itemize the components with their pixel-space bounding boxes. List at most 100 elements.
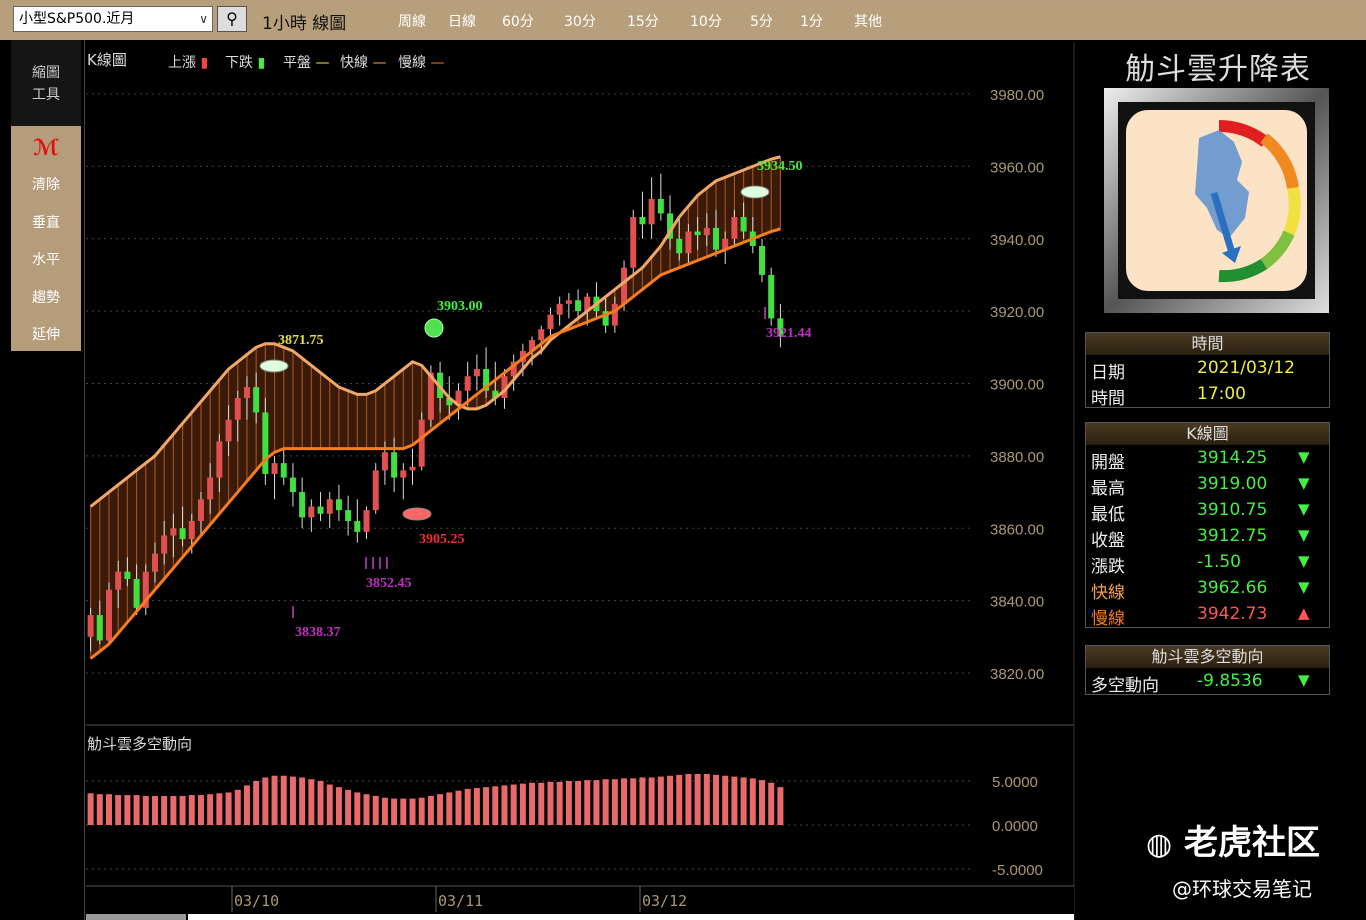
- trend-bar: [253, 781, 260, 825]
- annotation-label: 3905.25: [419, 532, 465, 547]
- candle-body: [225, 419, 232, 442]
- candle-body: [713, 227, 720, 250]
- candle-body: [400, 470, 407, 478]
- candle-body: [234, 397, 241, 420]
- trend-bar: [446, 792, 453, 825]
- trend-bar: [96, 794, 103, 825]
- cloud-gauge-icon: [1104, 88, 1329, 313]
- candle-body: [565, 300, 572, 304]
- row-slow-line: 慢線 3942.73 ▲: [1091, 604, 1310, 629]
- y-tick-label: 3980.00: [990, 87, 1044, 104]
- x-axis: 03/10 03/11 03/12: [86, 885, 1074, 920]
- candle-body: [464, 376, 471, 391]
- trend-bar: [749, 778, 756, 825]
- row-change: 漲跌 -1.50 ▼: [1091, 552, 1310, 577]
- trend-bar: [657, 776, 664, 825]
- trend-bar: [115, 795, 122, 825]
- candle-body: [345, 510, 352, 522]
- candle-body: [170, 528, 177, 536]
- trend-bar: [280, 775, 287, 825]
- candle-body: [759, 245, 766, 275]
- trend-bar: [400, 798, 407, 825]
- signal-ball-icon: [424, 318, 444, 338]
- trend-bar: [731, 776, 738, 825]
- trend-bar: [740, 777, 747, 825]
- trend-bar: [584, 780, 591, 825]
- candle-body: [391, 452, 398, 478]
- candle-body: [179, 528, 186, 540]
- trend-bar: [124, 795, 131, 825]
- trend-bar: [538, 782, 545, 825]
- trend-bar: [363, 794, 370, 825]
- candle-body: [694, 231, 701, 236]
- trend-bar: [510, 784, 517, 825]
- trend-bar: [639, 777, 646, 825]
- trend-bar: [437, 794, 444, 825]
- candle-body: [556, 303, 563, 315]
- trend-bar: [207, 794, 214, 825]
- trend-bar: [676, 774, 683, 825]
- candle-body: [299, 492, 306, 518]
- candle-body: [151, 553, 158, 572]
- candle-body: [253, 387, 260, 413]
- trend-bar: [308, 779, 315, 825]
- tiger-logo-icon: ◍: [1146, 827, 1173, 862]
- trend-bar: [427, 795, 434, 825]
- trend-bar: [556, 781, 563, 825]
- y-tick-label: 3940.00: [990, 232, 1044, 249]
- sub-y-tick-label: -5.0000: [992, 862, 1043, 879]
- scrollbar-track: [188, 914, 1074, 920]
- candle-body: [161, 535, 168, 554]
- trend-bar: [345, 789, 352, 825]
- cloud-icon: [259, 359, 289, 373]
- trend-bar: [179, 795, 186, 825]
- trend-bar: [299, 777, 306, 825]
- candle-body: [133, 578, 140, 608]
- candle-body: [363, 510, 370, 532]
- row-fast-line: 快線 3962.66 ▼: [1091, 578, 1310, 603]
- y-tick-label: 3960.00: [990, 159, 1044, 176]
- time-box-head: 時間: [1086, 333, 1329, 355]
- trend-bar: [713, 774, 720, 825]
- annotation-label: 3871.75: [278, 333, 324, 348]
- trend-bar: [464, 788, 471, 825]
- trend-bar: [151, 795, 158, 825]
- time-box: 時間 日期 2021/03/12 時間 17:00: [1085, 332, 1330, 409]
- trend-bar: [685, 773, 692, 825]
- trend-box-head: 觔斗雲多空動向: [1086, 646, 1329, 668]
- trend-bar: [170, 795, 177, 825]
- candle-body: [381, 452, 388, 471]
- candle-body: [289, 477, 296, 493]
- trend-bar: [262, 777, 269, 825]
- watermark-handle: @环球交易笔记: [1172, 877, 1312, 901]
- trend-bar: [409, 798, 416, 825]
- trend-bar: [611, 779, 618, 825]
- candle-body: [538, 329, 545, 341]
- k-box-head: K線圖: [1086, 423, 1329, 445]
- row-time: 時間 17:00: [1091, 384, 1246, 409]
- trend-bar: [271, 775, 278, 825]
- trend-bar: [473, 788, 480, 825]
- candle-body: [96, 615, 103, 641]
- trend-bar: [161, 795, 168, 825]
- candle-body: [473, 369, 480, 377]
- candle-body: [685, 231, 692, 254]
- trend-bar: [234, 789, 241, 825]
- annotation-label: 3934.50: [757, 159, 803, 174]
- sub-y-tick-label: 0.0000: [992, 818, 1038, 835]
- trend-bar: [216, 793, 223, 825]
- trend-bar: [575, 781, 582, 825]
- candle-body: [124, 571, 131, 579]
- candle-body: [308, 506, 315, 518]
- row-trend: 多空動向 -9.8536 ▼: [1091, 671, 1310, 696]
- trend-bar: [326, 784, 333, 825]
- trend-bar: [759, 780, 766, 825]
- trend-bar: [455, 790, 462, 825]
- candle-body: [372, 470, 379, 511]
- trend-bar: [317, 781, 324, 825]
- trend-bar: [547, 781, 554, 825]
- candle-body: [87, 615, 94, 637]
- y-tick-label: 3880.00: [990, 449, 1044, 466]
- trend-bar: [621, 778, 628, 825]
- row-high: 最高 3919.00 ▼: [1091, 474, 1310, 499]
